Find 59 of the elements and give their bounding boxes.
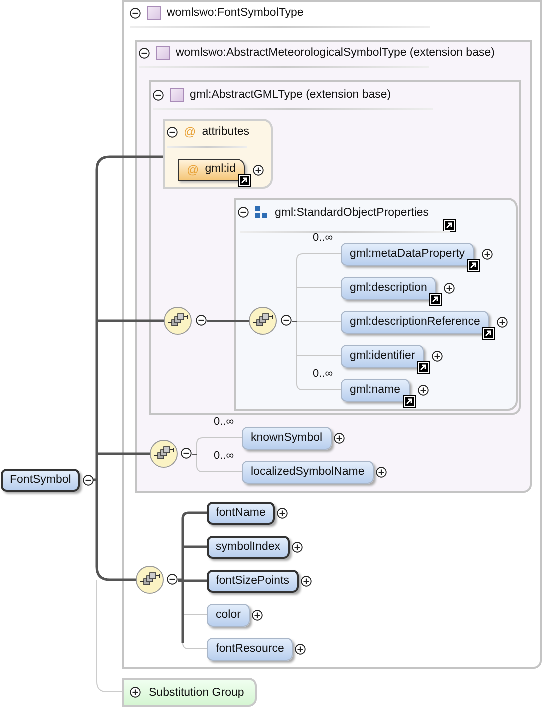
expand-icon[interactable]: [276, 508, 288, 519]
shortcut-arrow-icon[interactable]: [238, 174, 251, 187]
expand-icon[interactable]: [444, 283, 456, 294]
expand-icon[interactable]: [376, 467, 387, 478]
shortcut-arrow-icon[interactable]: [482, 327, 496, 340]
element-node[interactable]: symbolIndex: [207, 536, 290, 559]
shortcut-arrow-icon[interactable]: [443, 219, 456, 232]
collapse-icon[interactable]: [181, 448, 192, 459]
element-node[interactable]: knownSymbol: [242, 427, 332, 450]
cardinality-label: 0..∞: [313, 232, 334, 244]
expand-icon[interactable]: [497, 317, 508, 328]
type-title: womlswo:AbstractMeteorologicalSymbolType (extension base): [176, 47, 495, 59]
attribute-glyph: @: [184, 125, 196, 139]
element-node[interactable]: fontName: [207, 502, 275, 525]
attribute-node[interactable]: @ gml:id: [178, 159, 245, 181]
element-node[interactable]: localizedSymbolName: [242, 461, 374, 484]
collapse-icon[interactable]: [238, 207, 249, 218]
shortcut-arrow-icon[interactable]: [429, 293, 442, 306]
sequence-compositor-icon[interactable]: [149, 439, 179, 469]
expand-icon[interactable]: [432, 351, 444, 362]
complex-type-icon: [170, 88, 184, 102]
type-title: gml:AbstractGMLType (extension base): [190, 89, 392, 101]
expand-icon[interactable]: [252, 610, 263, 621]
collapse-icon[interactable]: [281, 315, 292, 326]
element-node[interactable]: color: [207, 604, 250, 627]
substitution-group-box[interactable]: Substitution Group: [122, 678, 257, 707]
sequence-compositor-icon[interactable]: [248, 306, 278, 336]
expand-icon[interactable]: [334, 433, 345, 444]
sequence-compositor-icon[interactable]: [135, 565, 165, 595]
connector-line: [207, 320, 249, 322]
element-node[interactable]: gml:identifier: [341, 345, 424, 368]
expand-icon[interactable]: [295, 644, 306, 655]
expand-icon[interactable]: [292, 542, 303, 553]
root-element-node[interactable]: FontSymbol: [1, 469, 80, 492]
sequence-compositor-icon[interactable]: [163, 306, 193, 336]
attributes-title: attributes: [202, 126, 250, 138]
group-title: gml:StandardObjectProperties: [275, 206, 430, 218]
complex-type-icon: [147, 6, 161, 20]
shortcut-arrow-icon[interactable]: [402, 395, 416, 408]
element-node[interactable]: gml:metaDataProperty: [341, 243, 474, 266]
cardinality-label: 0..∞: [214, 450, 234, 462]
expand-icon[interactable]: [482, 249, 494, 260]
collapse-icon[interactable]: [83, 475, 94, 486]
group-icon: [255, 206, 269, 219]
collapse-icon[interactable]: [196, 315, 207, 326]
shortcut-arrow-icon[interactable]: [417, 361, 430, 374]
cardinality-label: 0..∞: [313, 368, 334, 380]
element-node[interactable]: fontResource: [207, 638, 294, 661]
cardinality-label: 0..∞: [214, 416, 234, 428]
complex-type-icon: [156, 46, 170, 60]
element-node[interactable]: fontSizePoints: [207, 570, 299, 593]
collapse-icon[interactable]: [167, 574, 178, 585]
type-title: womlswo:FontSymbolType: [167, 7, 304, 19]
element-node[interactable]: gml:description: [341, 277, 436, 300]
element-node[interactable]: gml:descriptionReference: [341, 311, 490, 334]
shortcut-arrow-icon[interactable]: [467, 259, 480, 272]
expand-icon[interactable]: [130, 687, 141, 698]
element-node[interactable]: gml:name: [341, 379, 410, 402]
expand-icon[interactable]: [300, 576, 312, 587]
